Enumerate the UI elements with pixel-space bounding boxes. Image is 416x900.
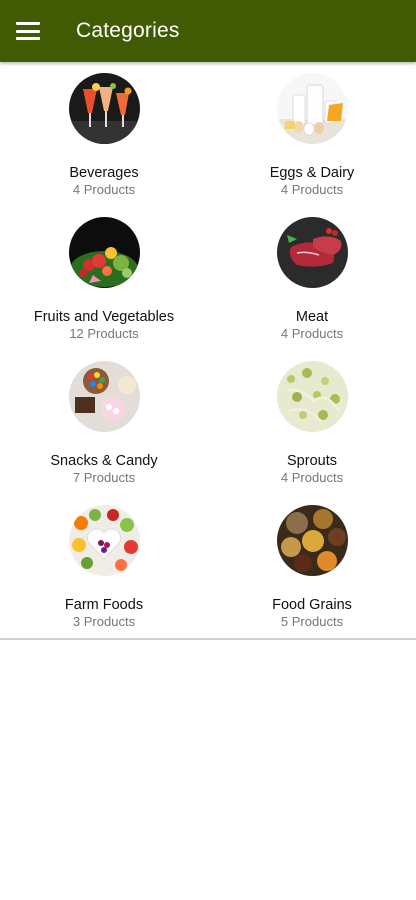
app-bar: Categories — [0, 0, 416, 62]
category-card-fruits-vegetables[interactable]: Fruits and Vegetables 12 Products — [0, 206, 208, 350]
category-name: Farm Foods — [64, 597, 144, 613]
category-card-snacks-candy[interactable]: Snacks & Candy 7 Products — [0, 350, 208, 494]
meat-image — [276, 217, 348, 288]
category-count: 4 Products — [280, 470, 344, 485]
category-card-farm-foods[interactable]: Farm Foods 3 Products — [0, 494, 208, 638]
category-card-beverages[interactable]: Beverages 4 Products — [0, 62, 208, 206]
category-card-eggs-dairy[interactable]: Eggs & Dairy 4 Products — [208, 62, 416, 206]
category-grid: Beverages 4 Products Eggs & Dairy 4 Prod… — [0, 62, 416, 640]
page-title: Categories — [76, 19, 180, 42]
category-card-sprouts[interactable]: Sprouts 4 Products — [208, 350, 416, 494]
sprouts-image — [276, 361, 348, 432]
category-count: 12 Products — [69, 326, 139, 341]
category-count: 5 Products — [280, 614, 344, 629]
category-name: Beverages — [69, 165, 139, 181]
food-grains-image — [276, 505, 348, 576]
category-card-meat[interactable]: Meat 4 Products — [208, 206, 416, 350]
category-count: 7 Products — [72, 470, 136, 485]
category-name: Fruits and Vegetables — [33, 309, 175, 325]
fruits-vegetables-image — [68, 217, 140, 288]
beverages-image — [68, 73, 140, 144]
category-name: Food Grains — [272, 597, 352, 613]
hamburger-menu-icon[interactable] — [16, 22, 40, 40]
category-name: Meat — [295, 309, 329, 325]
farm-foods-image — [68, 505, 140, 576]
category-name: Snacks & Candy — [50, 453, 158, 469]
snacks-candy-image — [68, 361, 140, 432]
category-name: Sprouts — [287, 453, 337, 469]
category-count: 3 Products — [72, 614, 136, 629]
category-count: 4 Products — [280, 326, 344, 341]
category-card-food-grains[interactable]: Food Grains 5 Products — [208, 494, 416, 638]
category-count: 4 Products — [280, 182, 344, 197]
eggs-dairy-image — [276, 73, 348, 144]
category-count: 4 Products — [72, 182, 136, 197]
category-name: Eggs & Dairy — [269, 165, 355, 181]
